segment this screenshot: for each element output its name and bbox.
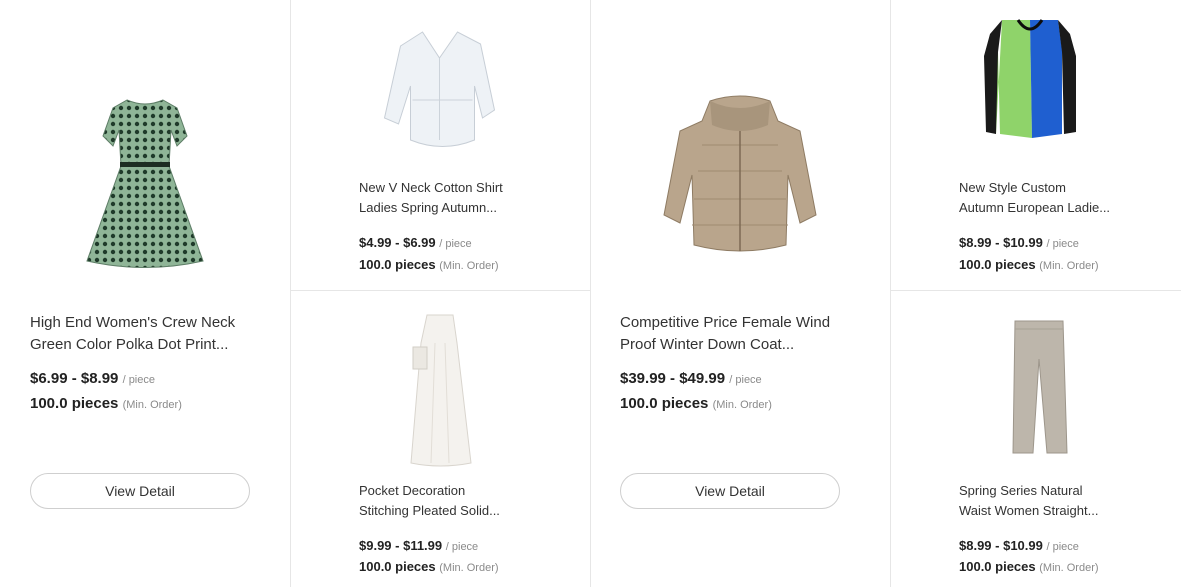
product-column: New V Neck Cotton Shirt Ladies Spring Au… [290,0,590,587]
product-price: $4.99 - $6.99 / piece [359,235,472,250]
product-column: New Style Custom Autumn European Ladie..… [890,0,1181,587]
product-price: $6.99 - $8.99 / piece [30,370,155,387]
product-image[interactable] [1009,319,1071,457]
product-card[interactable]: Spring Series Natural Waist Women Straig… [890,291,1181,587]
product-price: $39.99 - $49.99 / piece [620,370,762,387]
product-title[interactable]: Spring Series Natural Waist Women Straig… [959,481,1139,521]
min-order: 100.0 pieces (Min. Order) [359,559,499,574]
view-detail-button[interactable]: View Detail [620,473,840,509]
product-title[interactable]: Pocket Decoration Stitching Pleated Soli… [359,481,539,521]
min-order: 100.0 pieces (Min. Order) [959,257,1099,272]
product-title[interactable]: Competitive Price Female Wind Proof Wint… [620,312,870,356]
product-image[interactable] [660,95,820,257]
product-price: $8.99 - $10.99 / piece [959,235,1079,250]
product-card[interactable]: Pocket Decoration Stitching Pleated Soli… [290,291,590,587]
min-order: 100.0 pieces (Min. Order) [620,395,772,412]
view-detail-button[interactable]: View Detail [30,473,250,509]
product-title[interactable]: New V Neck Cotton Shirt Ladies Spring Au… [359,178,539,218]
product-title[interactable]: New Style Custom Autumn European Ladie..… [959,178,1139,218]
min-order: 100.0 pieces (Min. Order) [359,257,499,272]
min-order: 100.0 pieces (Min. Order) [30,395,182,412]
product-price: $9.99 - $11.99 / piece [359,538,479,553]
product-image[interactable] [405,313,475,468]
product-image[interactable] [85,96,205,271]
product-card[interactable]: Competitive Price Female Wind Proof Wint… [590,0,890,587]
product-title[interactable]: High End Women's Crew Neck Green Color P… [30,312,260,356]
product-image[interactable] [982,16,1078,142]
product-image[interactable] [383,28,498,153]
product-card[interactable]: New Style Custom Autumn European Ladie..… [890,0,1181,290]
product-card[interactable]: New V Neck Cotton Shirt Ladies Spring Au… [290,0,590,290]
min-order: 100.0 pieces (Min. Order) [959,559,1099,574]
product-price: $8.99 - $10.99 / piece [959,538,1079,553]
product-card[interactable]: High End Women's Crew Neck Green Color P… [0,0,290,587]
